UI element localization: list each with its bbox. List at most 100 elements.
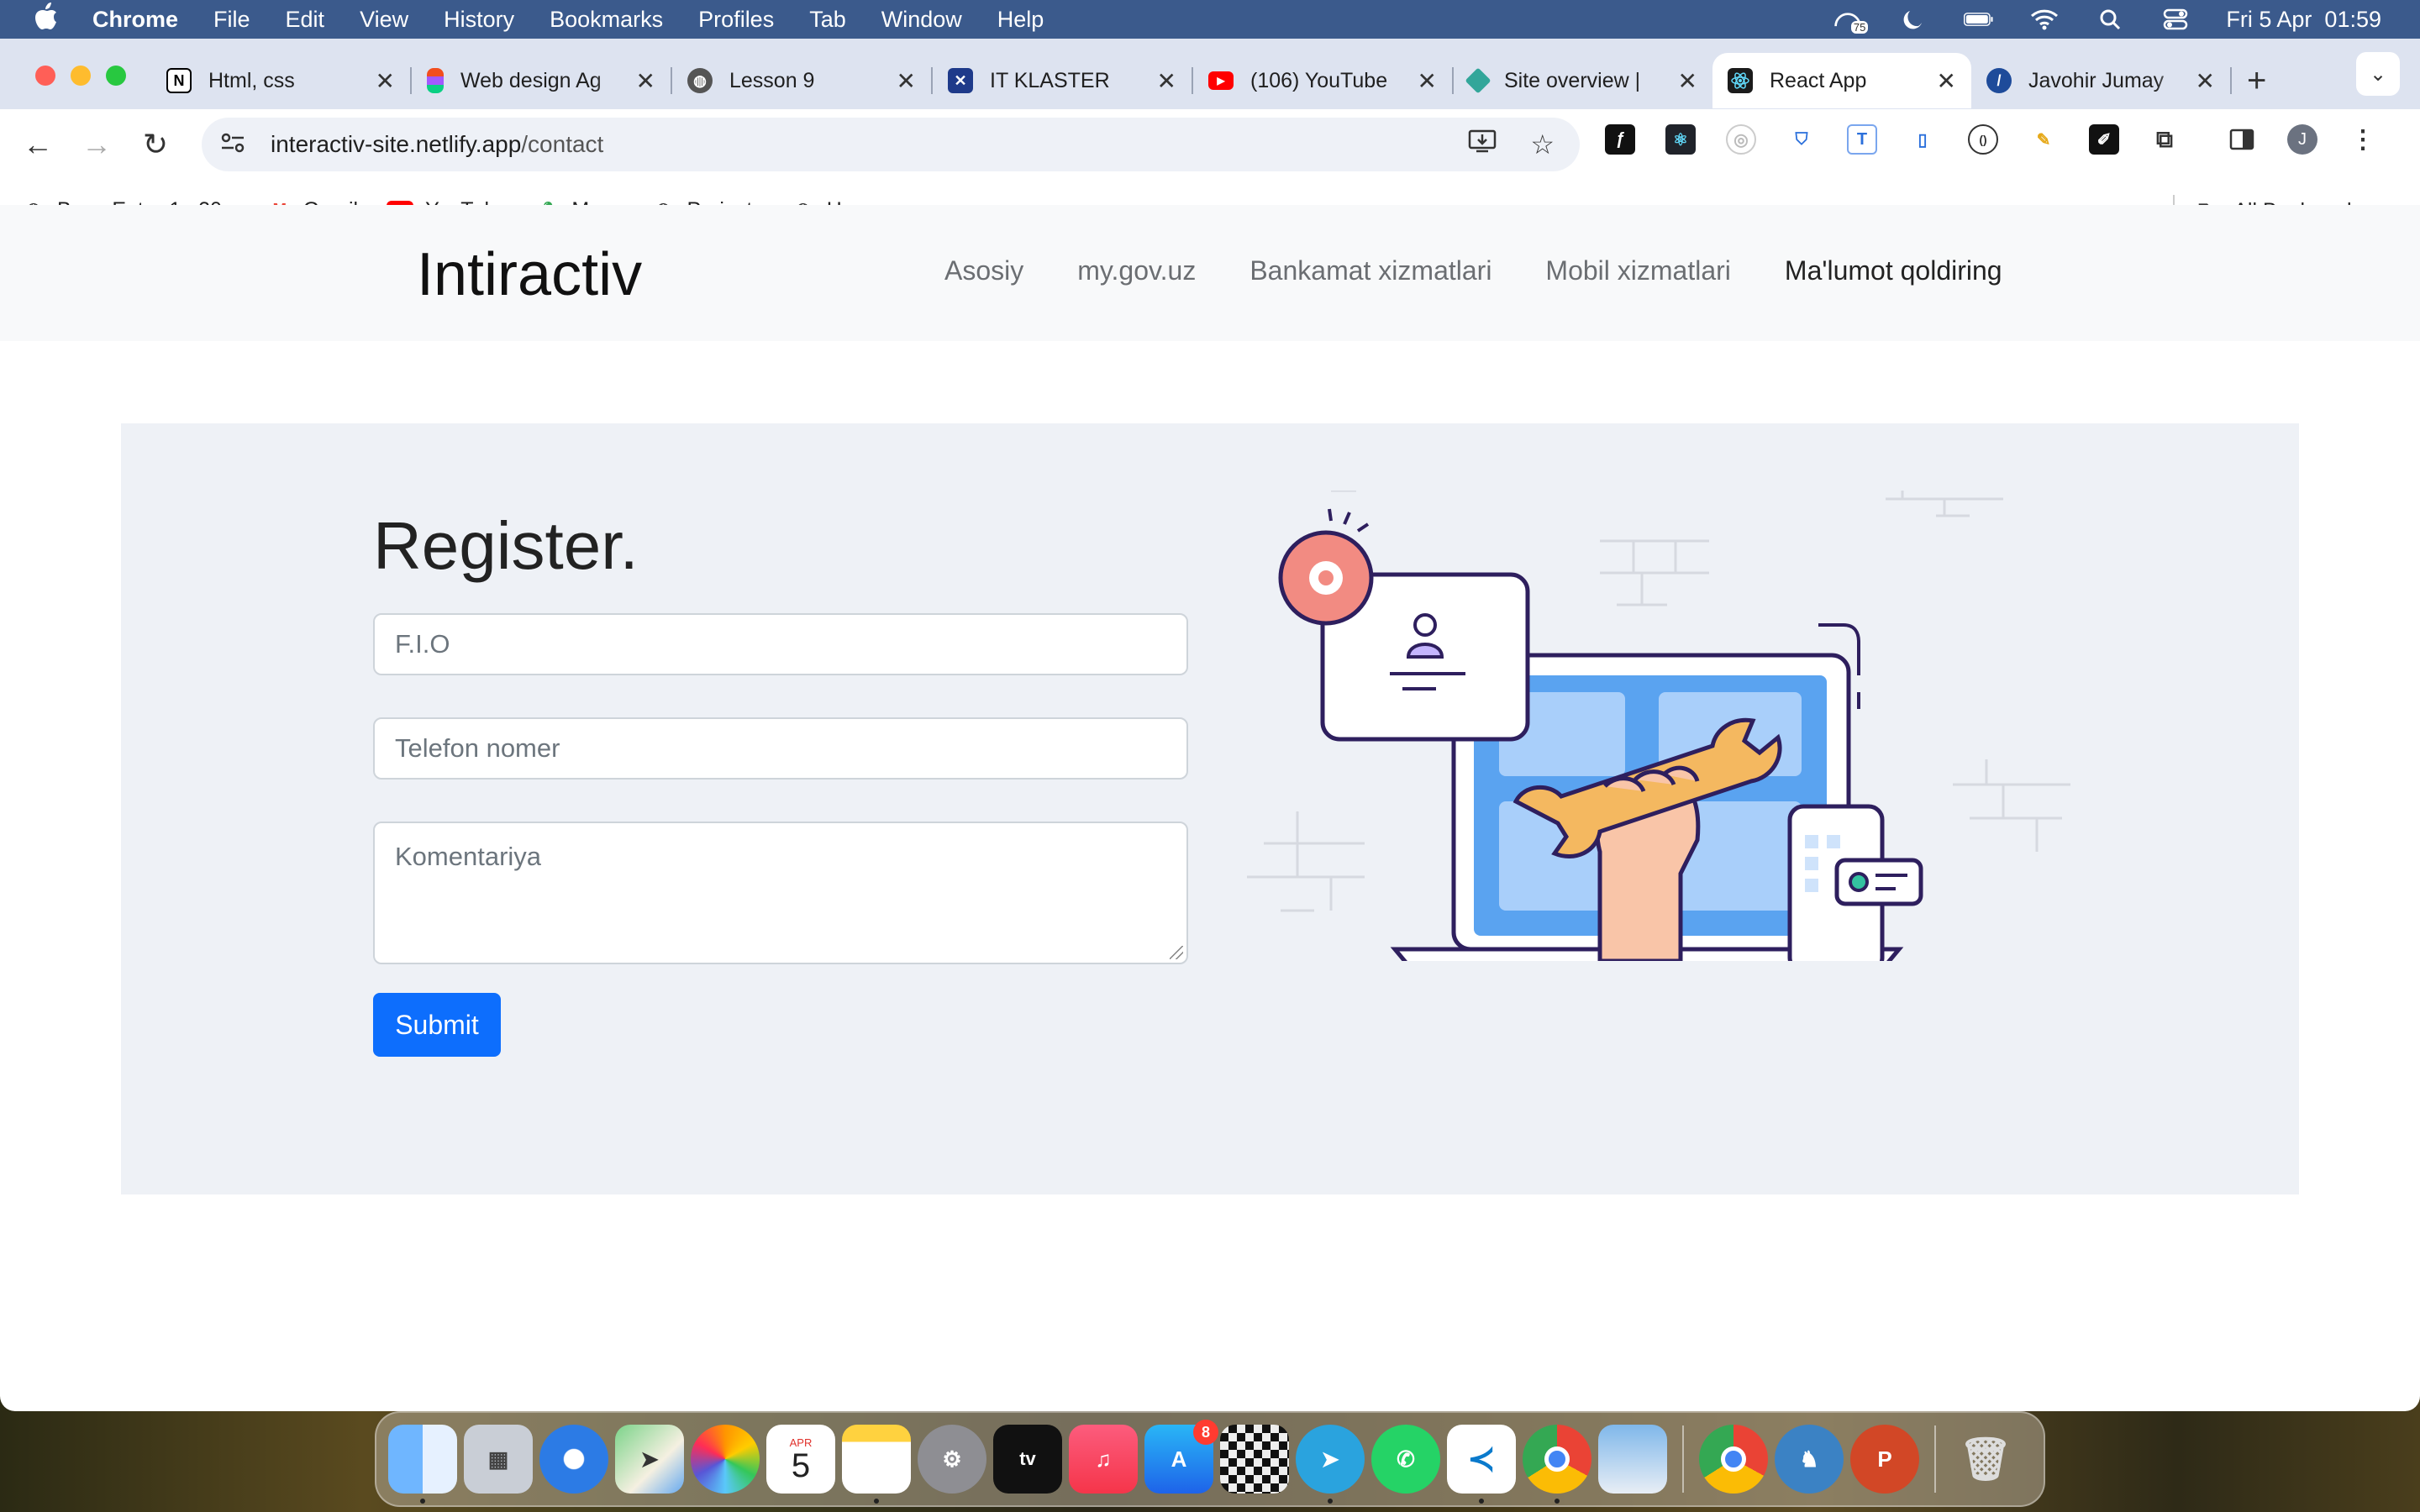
resize-handle-icon[interactable] xyxy=(1170,946,1183,959)
nav-link-malumot[interactable]: Ma'lumot qoldiring xyxy=(1785,255,2002,286)
moon-icon[interactable] xyxy=(1898,8,1928,30)
install-app-icon[interactable] xyxy=(1468,129,1497,160)
translate-extension-icon[interactable]: T xyxy=(1847,124,1877,155)
menu-profiles[interactable]: Profiles xyxy=(698,7,774,33)
menubar-clock[interactable]: Fri 5 Apr 01:59 xyxy=(2226,7,2381,33)
tv-label: tv xyxy=(1019,1448,1036,1469)
react-devtools-icon[interactable]: ⚛ xyxy=(1665,124,1696,155)
close-tab-icon[interactable]: ✕ xyxy=(1418,67,1437,95)
nav-link-my-gov[interactable]: my.gov.uz xyxy=(1077,255,1196,286)
back-button[interactable]: ← xyxy=(8,127,67,162)
comment-textarea[interactable]: Komentariya xyxy=(373,822,1188,964)
color-picker-extension-icon[interactable]: ◎ xyxy=(1726,124,1756,155)
whatsapp-icon[interactable]: ✆ xyxy=(1371,1425,1440,1494)
telegram-icon[interactable]: ➤ xyxy=(1296,1425,1365,1504)
url-host: interactiv-site.netlify.app xyxy=(271,131,522,157)
launchpad-icon[interactable]: ▦ xyxy=(464,1425,533,1494)
address-bar[interactable]: interactiv-site.netlify.app/contact ☆ xyxy=(202,118,1580,171)
nav-link-bankamat[interactable]: Bankamat xizmatlari xyxy=(1249,255,1491,286)
menu-help[interactable]: Help xyxy=(997,7,1044,33)
side-panel-icon[interactable] xyxy=(2227,124,2257,155)
calendar-day: 5 xyxy=(791,1446,811,1484)
close-tab-icon[interactable]: ✕ xyxy=(1678,67,1697,95)
shield-extension-icon[interactable]: ⛉ xyxy=(1786,124,1817,155)
spotlight-search-icon[interactable] xyxy=(2095,8,2125,30)
tab-label: IT KLASTER xyxy=(990,68,1110,92)
nav-link-mobil[interactable]: Mobil xizmatlari xyxy=(1545,255,1730,286)
menu-view[interactable]: View xyxy=(360,7,408,33)
wifi-icon[interactable] xyxy=(2029,8,2060,30)
close-tab-icon[interactable]: ✕ xyxy=(1157,67,1176,95)
profile-avatar[interactable]: J xyxy=(2287,124,2317,155)
calendar-icon[interactable]: APR 5 xyxy=(766,1425,835,1494)
pencil-extension-icon[interactable]: ✎ xyxy=(2028,124,2059,155)
chrome-icon[interactable] xyxy=(1523,1425,1591,1504)
notes-icon[interactable] xyxy=(842,1425,911,1504)
finder-icon[interactable] xyxy=(388,1425,457,1504)
tab-site-overview[interactable]: Site overview | ✕ xyxy=(1454,53,1712,108)
menu-tab[interactable]: Tab xyxy=(809,7,846,33)
window-controls xyxy=(35,66,126,86)
apple-menu-icon[interactable] xyxy=(34,2,67,37)
maps-icon[interactable]: ➤ xyxy=(615,1425,684,1494)
new-tab-button[interactable]: + xyxy=(2247,53,2266,108)
menu-bookmarks[interactable]: Bookmarks xyxy=(550,7,663,33)
reload-button[interactable]: ↻ xyxy=(126,127,185,162)
fio-input[interactable]: F.I.O xyxy=(373,613,1188,675)
close-tab-icon[interactable]: ✕ xyxy=(897,67,916,95)
extensions-puzzle-icon[interactable]: ⧉ xyxy=(2149,124,2180,155)
menu-edit[interactable]: Edit xyxy=(286,7,325,33)
preview-icon[interactable] xyxy=(1598,1425,1667,1494)
chess-icon[interactable] xyxy=(1220,1425,1289,1494)
browser-toolbar: ← → ↻ interactiv-site.netlify.app/contac… xyxy=(0,109,2420,180)
tab-lesson-9[interactable]: ◍ Lesson 9 ✕ xyxy=(672,53,931,108)
phone-input[interactable]: Telefon nomer xyxy=(373,717,1188,780)
close-tab-icon[interactable]: ✕ xyxy=(1937,67,1956,95)
music-icon[interactable]: ♫ xyxy=(1069,1425,1138,1494)
nav-link-asosiy[interactable]: Asosiy xyxy=(944,255,1023,286)
battery-icon[interactable] xyxy=(1964,8,1994,30)
menu-file[interactable]: File xyxy=(213,7,250,33)
safari-icon[interactable]: ✧ xyxy=(539,1425,608,1494)
submit-button[interactable]: Submit xyxy=(373,993,501,1057)
zoom-window-button[interactable] xyxy=(106,66,126,86)
close-window-button[interactable] xyxy=(35,66,55,86)
forward-button[interactable]: → xyxy=(67,127,126,162)
photos-icon[interactable] xyxy=(691,1425,760,1494)
tab-it-klaster[interactable]: ✕ IT KLASTER ✕ xyxy=(933,53,1192,108)
close-tab-icon[interactable]: ✕ xyxy=(636,67,655,95)
phone-extension-icon[interactable]: ▯ xyxy=(1907,124,1938,155)
minimize-window-button[interactable] xyxy=(71,66,91,86)
site-info-icon[interactable] xyxy=(220,132,249,157)
close-tab-icon[interactable]: ✕ xyxy=(2196,67,2215,95)
tab-youtube[interactable]: ▶ (106) YouTube ✕ xyxy=(1193,53,1452,108)
close-tab-icon[interactable]: ✕ xyxy=(376,67,395,95)
menu-history[interactable]: History xyxy=(444,7,514,33)
apple-tv-icon[interactable]: tv xyxy=(993,1425,1062,1494)
url-text[interactable]: interactiv-site.netlify.app/contact xyxy=(271,131,603,158)
chrome-recent-icon[interactable] xyxy=(1699,1425,1768,1494)
tab-html-css[interactable]: N Html, css ✕ xyxy=(151,53,410,108)
powerpoint-icon[interactable]: P xyxy=(1850,1425,1919,1494)
elephant-app-icon[interactable]: ♞ xyxy=(1775,1425,1844,1494)
tab-web-design[interactable]: Web design Ag ✕ xyxy=(412,53,671,108)
react-icon xyxy=(1728,68,1753,93)
tab-react-app[interactable]: React App ✕ xyxy=(1712,53,1971,108)
performance-gauge-icon[interactable]: 75 xyxy=(1833,8,1869,34)
bookmark-star-icon[interactable]: ☆ xyxy=(1530,129,1555,160)
chrome-menu-icon[interactable]: ⋮ xyxy=(2348,124,2378,155)
trash-icon[interactable]: 🗑︎ xyxy=(1951,1425,2020,1494)
font-extension-icon[interactable]: ƒ xyxy=(1605,124,1635,155)
menu-app-name[interactable]: Chrome xyxy=(92,7,178,33)
code-extension-icon[interactable]: () xyxy=(1968,124,1998,155)
tab-javohir[interactable]: / Javohir Jumay ✕ xyxy=(1971,53,2230,108)
site-brand-logo[interactable]: Intiractiv xyxy=(417,240,642,309)
control-center-icon[interactable] xyxy=(2160,8,2191,30)
system-settings-icon[interactable]: ⚙ xyxy=(918,1425,986,1494)
menu-window[interactable]: Window xyxy=(881,7,962,33)
app-store-icon[interactable]: A8 xyxy=(1144,1420,1218,1494)
tab-label: React App xyxy=(1770,68,1867,92)
vscode-icon[interactable]: ≺ xyxy=(1447,1425,1516,1504)
draw-extension-icon[interactable]: ✐ xyxy=(2089,124,2119,155)
tab-search-chevron-icon[interactable]: ⌄ xyxy=(2356,52,2400,96)
